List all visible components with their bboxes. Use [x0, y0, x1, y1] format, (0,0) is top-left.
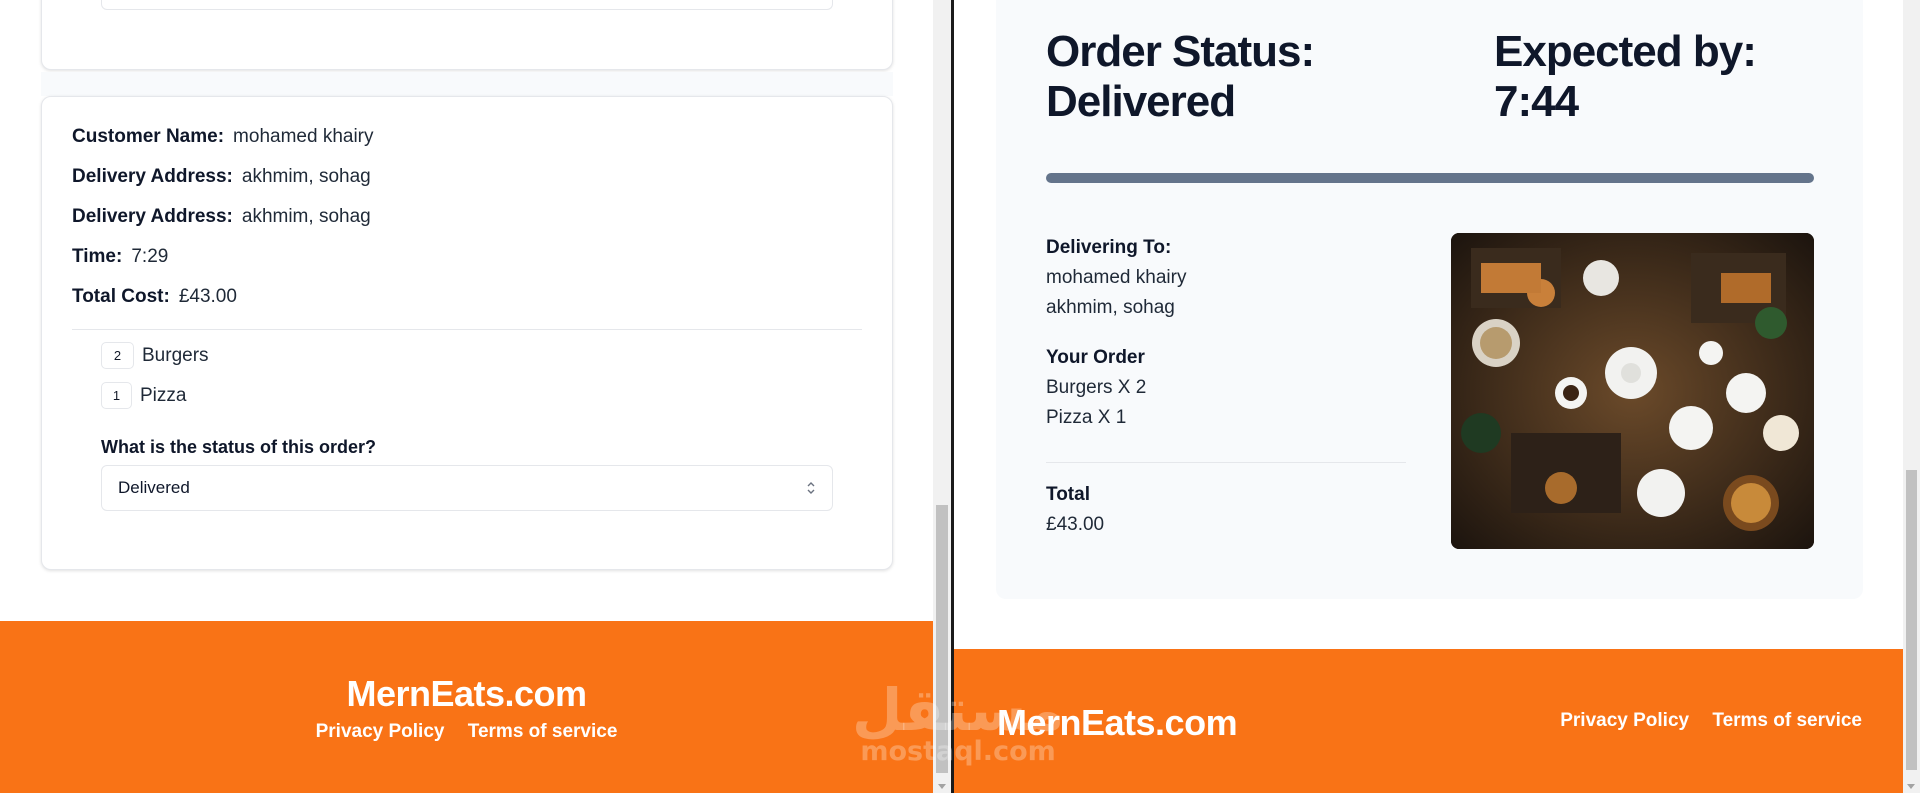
total-cost-value: £43.00 — [178, 286, 237, 307]
divider — [72, 329, 862, 330]
expected-by-heading-line2: 7:44 — [1494, 77, 1579, 126]
divider — [1046, 462, 1406, 463]
item-quantity-badge: 1 — [101, 382, 132, 409]
order-card: Customer Name: mohamed khairy Delivery Ad… — [41, 96, 893, 570]
privacy-policy-link[interactable]: Privacy Policy — [316, 721, 445, 742]
customer-name-label: Customer Name: — [72, 126, 225, 147]
footer: MernEats.com Privacy Policy Terms of ser… — [0, 621, 933, 793]
delivery-address-label-2: Delivery Address: — [72, 206, 233, 227]
delivery-address-value: akhmim, sohag — [241, 166, 371, 187]
terms-of-service-link[interactable]: Terms of service — [468, 721, 618, 742]
time-row: Time: 7:29 — [72, 246, 168, 268]
item-name: Burgers — [142, 344, 209, 366]
privacy-policy-link[interactable]: Privacy Policy — [1560, 710, 1689, 731]
expected-by-heading: Expected by: 7:44 — [1494, 27, 1757, 127]
previous-status-select[interactable] — [101, 0, 833, 10]
admin-orders-pane: Customer Name: mohamed khairy Delivery Ad… — [0, 0, 933, 793]
footer-brand[interactable]: MernEats.com — [0, 673, 933, 715]
right-scrollbar[interactable] — [1903, 0, 1920, 793]
delivering-address: akhmim, sohag — [1046, 297, 1175, 318]
order-line: Burgers X 2 — [1046, 377, 1147, 398]
delivery-address-row: Delivery Address: akhmim, sohag — [72, 166, 371, 188]
watermark-arabic: مستقل — [852, 676, 1065, 744]
card-gap — [41, 72, 893, 96]
scroll-down-arrow-icon[interactable] — [1907, 784, 1915, 789]
order-status-select[interactable]: Delivered — [101, 465, 833, 511]
your-order-section: Your Order Burgers X 2 Pizza X 1 — [1046, 343, 1146, 433]
food-photo — [1451, 233, 1814, 549]
watermark-latin: mostaql.com — [860, 736, 1056, 767]
scroll-down-arrow-icon[interactable] — [938, 784, 946, 789]
your-order-label: Your Order — [1046, 347, 1145, 368]
total-value: £43.00 — [1046, 514, 1105, 535]
delivery-address-value-2: akhmim, sohag — [241, 206, 371, 227]
order-item: 2 Burgers — [101, 342, 209, 369]
delivering-to-section: Delivering To: mohamed khairy akhmim, so… — [1046, 233, 1186, 323]
chevron-up-down-icon — [806, 481, 816, 495]
order-status-heading-line1: Order Status: — [1046, 27, 1315, 76]
delivering-name: mohamed khairy — [1046, 267, 1187, 288]
left-scrollbar[interactable] — [933, 0, 951, 793]
customer-name-value: mohamed khairy — [233, 126, 374, 147]
total-label: Total — [1046, 484, 1090, 505]
terms-of-service-link[interactable]: Terms of service — [1712, 710, 1862, 731]
item-quantity-badge: 2 — [101, 342, 134, 369]
expected-by-heading-line1: Expected by: — [1494, 27, 1757, 76]
order-progress-bar — [1046, 173, 1814, 183]
order-status-panel: Order Status: Delivered Expected by: 7:4… — [996, 0, 1863, 599]
delivering-to-label: Delivering To: — [1046, 237, 1172, 258]
status-question-label: What is the status of this order? — [101, 437, 377, 457]
total-cost-label: Total Cost: — [72, 286, 170, 307]
delivery-address-row-2: Delivery Address: akhmim, sohag — [72, 206, 371, 228]
order-status-pane: Order Status: Delivered Expected by: 7:4… — [954, 0, 1903, 793]
previous-order-card — [41, 0, 893, 70]
order-progress-fill — [1046, 173, 1814, 183]
time-value: 7:29 — [131, 246, 169, 267]
footer-links: Privacy Policy Terms of service — [0, 721, 933, 743]
item-name: Pizza — [140, 384, 187, 406]
footer-links: Privacy Policy Terms of service — [1542, 710, 1862, 732]
scrollbar-thumb[interactable] — [1906, 470, 1917, 770]
order-status-heading-line2: Delivered — [1046, 77, 1236, 126]
order-status-heading: Order Status: Delivered — [1046, 27, 1315, 127]
footer: MernEats.com Privacy Policy Terms of ser… — [954, 649, 1903, 793]
order-status-selected-value: Delivered — [118, 478, 190, 497]
order-item: 1 Pizza — [101, 382, 186, 409]
delivery-address-label: Delivery Address: — [72, 166, 233, 187]
total-section: Total £43.00 — [1046, 480, 1104, 540]
customer-name-row: Customer Name: mohamed khairy — [72, 126, 374, 148]
time-label: Time: — [72, 246, 123, 267]
order-line: Pizza X 1 — [1046, 407, 1127, 428]
total-cost-row: Total Cost: £43.00 — [72, 286, 237, 308]
watermark: مستقل mostaql.com — [852, 680, 1064, 767]
